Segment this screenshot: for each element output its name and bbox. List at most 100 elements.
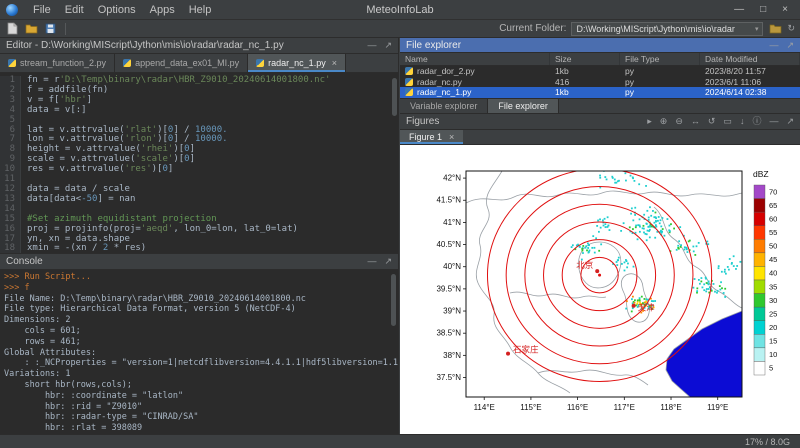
figure-tab-label: Figure 1: [409, 132, 442, 142]
column-file-type[interactable]: File Type: [620, 53, 700, 65]
code-area[interactable]: 1fn = r'D:\Temp\binary\radar\HBR_Z9010_2…: [0, 74, 398, 253]
refresh-icon[interactable]: ↻: [787, 24, 795, 33]
figures-toolbar: ▸ ⊕ ⊖ ↔ ↺ ▭ ↓ ⓘ — ↗: [647, 117, 794, 126]
chevron-down-icon: ▾: [755, 25, 759, 33]
console-line: hbr: :rlat = 398089: [4, 423, 398, 434]
minimize-icon[interactable]: —: [367, 257, 376, 266]
python-file-icon: [405, 67, 413, 75]
svg-text:20: 20: [769, 323, 777, 332]
tab-file-explorer[interactable]: File explorer: [488, 99, 559, 113]
editor-tab-label: stream_function_2.py: [20, 58, 106, 68]
current-folder-value: D:\Working\MIScript\Jython\mis\io\radar: [576, 24, 734, 34]
float-icon[interactable]: ↗: [786, 117, 794, 126]
float-icon[interactable]: ↗: [786, 41, 794, 50]
editor-tab-radar_nc_1.py[interactable]: radar_nc_1.py×: [248, 54, 346, 72]
svg-text:25: 25: [769, 309, 777, 318]
extent-icon[interactable]: ▭: [723, 117, 732, 126]
file-row-radar_nc.py[interactable]: radar_nc.py416py2023/6/1 11:06: [400, 77, 800, 88]
column-size[interactable]: Size: [550, 53, 620, 65]
file-row-radar_nc_1.py[interactable]: radar_nc_1.py1kbpy2024/6/14 02:38: [400, 87, 800, 98]
save-icon[interactable]: [43, 22, 57, 35]
menu-apps[interactable]: Apps: [143, 4, 182, 16]
float-icon[interactable]: ↗: [384, 41, 392, 50]
minimize-button[interactable]: —: [734, 4, 744, 15]
svg-text:50: 50: [769, 242, 777, 251]
editor-scrollbar[interactable]: [392, 78, 397, 116]
close-button[interactable]: ×: [782, 4, 788, 15]
minimize-icon[interactable]: —: [367, 41, 376, 50]
console-line: rows = 461;: [4, 337, 398, 348]
console-line: >>> f: [4, 283, 398, 294]
file-table-header: NameSizeFile TypeDate Modified≡: [400, 53, 800, 66]
editor-tabs: stream_function_2.py append_data_ex01_MI.…: [0, 54, 398, 73]
minimize-icon[interactable]: —: [769, 117, 778, 126]
svg-text:114°E: 114°E: [474, 403, 495, 412]
menu-options[interactable]: Options: [91, 4, 143, 16]
console-line: Global Attributes:: [4, 348, 398, 359]
info-icon[interactable]: ⓘ: [752, 117, 761, 126]
current-folder-label: Current Folder:: [499, 23, 566, 34]
maximize-button[interactable]: □: [760, 4, 766, 15]
svg-text:116°E: 116°E: [567, 403, 588, 412]
undo-icon[interactable]: ↺: [708, 117, 716, 126]
explorer-tabs: Variable explorerFile explorer: [400, 98, 800, 114]
console-panel: Console —↗ >>> Run Script...>>> fFile Na…: [0, 253, 399, 434]
app-logo-icon: [6, 4, 18, 16]
code-line: 18xmin = -(xn / 2 * res): [0, 244, 398, 253]
svg-text:41°N: 41°N: [443, 218, 461, 227]
current-folder-combobox[interactable]: D:\Working\MIScript\Jython\mis\io\radar …: [571, 22, 763, 36]
python-file-icon: [405, 78, 413, 86]
console-line: hbr: :coordinate = "latlon": [4, 391, 398, 402]
svg-text:30: 30: [769, 296, 777, 305]
browse-folder-icon[interactable]: [768, 22, 782, 35]
code-line: 13data[data<-50] = nan: [0, 195, 398, 205]
tab-variable-explorer[interactable]: Variable explorer: [400, 99, 488, 113]
memory-indicator[interactable]: 17% / 8.0G: [745, 437, 790, 447]
console-output[interactable]: >>> Run Script...>>> fFile Name: D:\Temp…: [0, 270, 398, 434]
console-line: hbr: :rid = "Z9010": [4, 402, 398, 413]
close-icon[interactable]: ×: [449, 132, 454, 142]
svg-text:38.5°N: 38.5°N: [436, 329, 461, 338]
console-scrollbar[interactable]: [391, 274, 396, 326]
close-tab-icon[interactable]: ×: [332, 58, 337, 68]
column-name[interactable]: Name: [400, 53, 550, 65]
pointer-icon[interactable]: ▸: [647, 117, 652, 126]
pan-icon[interactable]: ↔: [691, 117, 700, 126]
menu-edit[interactable]: Edit: [58, 4, 91, 16]
status-bar: 17% / 8.0G: [0, 434, 800, 448]
svg-text:北京: 北京: [576, 260, 593, 270]
menu-help[interactable]: Help: [182, 4, 219, 16]
editor-panel: Editor - D:\Working\MIScript\Jython\mis\…: [0, 38, 399, 253]
float-icon[interactable]: ↗: [384, 257, 392, 266]
svg-text:117°E: 117°E: [614, 403, 635, 412]
file-row-radar_dor_2.py[interactable]: radar_dor_2.py1kbpy2023/8/20 11:57: [400, 66, 800, 77]
svg-text:42°N: 42°N: [443, 174, 461, 183]
console-line: >>> Run Script...: [4, 272, 398, 283]
file-explorer-panel: File explorer — ↗ NameSizeFile TypeDate M…: [400, 38, 800, 98]
zoom-out-icon[interactable]: ⊖: [675, 117, 683, 126]
console-line: File Name: D:\Temp\binary\radar\HBR_Z901…: [4, 294, 398, 305]
editor-tab-append_data_ex01_MI.py[interactable]: append_data_ex01_MI.py: [115, 54, 248, 72]
file-table-body: radar_dor_2.py1kbpy2023/8/20 11:57radar_…: [400, 66, 800, 98]
editor-tab-stream_function_2.py[interactable]: stream_function_2.py: [0, 54, 115, 72]
new-file-icon[interactable]: [5, 22, 19, 35]
svg-text:37.5°N: 37.5°N: [436, 373, 461, 382]
save-icon[interactable]: ↓: [740, 117, 745, 126]
svg-text:40: 40: [769, 269, 777, 278]
right-dock: File explorer — ↗ NameSizeFile TypeDate M…: [400, 38, 800, 434]
figure-svg: 北京天津石家庄114°E115°E116°E117°E118°E119°E42°…: [402, 145, 798, 431]
zoom-in-icon[interactable]: ⊕: [660, 117, 668, 126]
file-explorer-title: File explorer: [406, 40, 461, 51]
tab-figure-1[interactable]: Figure 1 ×: [400, 130, 463, 144]
menu-bar: FileEditOptionsAppsHelp MeteoInfoLab —□×: [0, 0, 800, 20]
console-panel-header: Console —↗: [0, 254, 398, 270]
console-line: hbr: :radar-type = "CINRAD/SA": [4, 412, 398, 423]
minimize-icon[interactable]: —: [769, 41, 778, 50]
menu-file[interactable]: File: [26, 4, 58, 16]
svg-text:70: 70: [769, 187, 777, 196]
svg-text:15: 15: [769, 337, 777, 346]
figure-canvas[interactable]: 北京天津石家庄114°E115°E116°E117°E118°E119°E42°…: [400, 145, 800, 434]
python-file-icon: [8, 59, 16, 67]
column-date-modified[interactable]: Date Modified: [700, 53, 800, 65]
open-folder-icon[interactable]: [24, 22, 38, 35]
